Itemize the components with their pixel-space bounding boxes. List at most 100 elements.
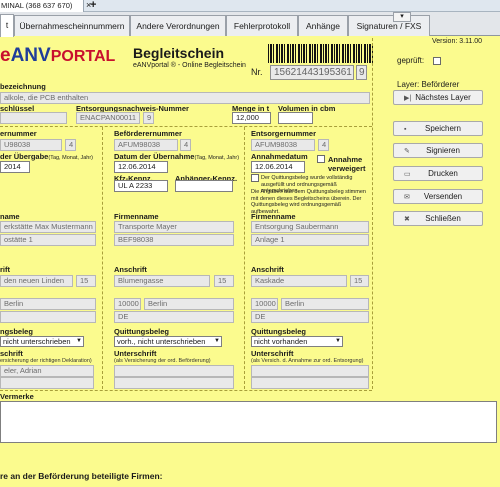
befoerderer-anschrift-label: Anschrift <box>114 265 147 274</box>
vermerke-textarea[interactable] <box>0 401 497 443</box>
entsorgernummer-label: Entsorgernummer <box>251 129 317 138</box>
entsorger-ort-field[interactable]: Berlin <box>281 298 369 310</box>
column-divider <box>102 127 103 389</box>
befoerderer-unterschrift-field[interactable] <box>114 365 234 377</box>
abfallbezeichnung-label: bezeichnung <box>0 82 46 91</box>
befoerderer-unterschrift-label: Unterschrift <box>114 349 157 358</box>
befoerderernummer-label: Beförderernummer <box>114 129 182 138</box>
abfallschluessel-field[interactable] <box>0 112 67 124</box>
befoerderer-ort-field[interactable]: Berlin <box>144 298 234 310</box>
annahmedatum-label: Annahmedatum <box>251 152 308 161</box>
befoerderer-unterschrift-2-field[interactable] <box>114 377 234 389</box>
entsorger-unterschrift-hint: (als Versich. d. Annahme zur ord. Entsor… <box>251 358 364 364</box>
befoerderer-strasse-field[interactable]: Blumengasse <box>114 275 210 287</box>
volumen-field[interactable] <box>278 112 313 124</box>
erzeuger-ort-field[interactable]: Berlin <box>0 298 96 310</box>
speichern-button[interactable]: ▪ Speichern <box>393 121 483 136</box>
entsorger-unterschrift-2-field[interactable] <box>251 377 369 389</box>
erzeugernummer-check-digit: 4 <box>65 139 76 151</box>
chevron-down-icon: ▼ <box>335 338 341 344</box>
uebergabe-datum-field[interactable]: 2014 <box>0 161 30 173</box>
entsorger-anschrift-label: Anschrift <box>251 265 284 274</box>
versenden-button[interactable]: ✉ Versenden <box>393 189 483 204</box>
erzeugernummer-label: ernummer <box>0 129 37 138</box>
annahmedatum-field[interactable]: 12.06.2014 <box>251 161 305 173</box>
befoerderer-firmenname-2-field[interactable]: BEF98038 <box>114 234 234 246</box>
annahme-verweigert-checkbox[interactable] <box>317 155 325 163</box>
tab-fehlerprotokoll[interactable]: Fehlerprotokoll <box>226 15 298 36</box>
geprueft-label: geprüft: <box>397 56 425 65</box>
column-divider <box>244 127 245 389</box>
erzeuger-unterschrift-label: schrift <box>0 349 23 358</box>
entsorger-land-field[interactable]: DE <box>251 311 369 323</box>
erzeuger-unterschrift-field[interactable]: eler, Adrian <box>0 365 94 377</box>
erzeuger-firmenname-field[interactable]: erkstätte Max Mustermann <box>0 221 96 233</box>
erzeuger-hausnr-field[interactable]: 15 <box>76 275 96 287</box>
abfallbezeichnung-field[interactable]: alkole, die PCB enthalten <box>0 92 370 104</box>
erzeuger-firmenname-2-field[interactable]: ostätte 1 <box>0 234 96 246</box>
befoerderer-unterschrift-hint: (als Versicherung der ord. Beförderung) <box>114 358 211 364</box>
befoerderer-quittung-select[interactable]: vorh., nicht unterschrieben ▼ <box>114 336 222 347</box>
befoerderer-quittung-label: Quittungsbeleg <box>114 327 169 336</box>
schliessen-button[interactable]: ✖ Schließen <box>393 211 483 226</box>
entsorger-hausnr-field[interactable]: 15 <box>350 275 369 287</box>
weitere-firmen-label: re an der Beförderung beteiligte Firmen: <box>0 471 163 481</box>
menge-field[interactable]: 12,000 <box>232 112 271 124</box>
erzeuger-unterschrift-2-field[interactable] <box>0 377 94 389</box>
erzeuger-unterschrift-hint: ersicherung der richtigen Deklaration) <box>0 358 92 364</box>
befoerderer-land-field[interactable]: DE <box>114 311 234 323</box>
entsorger-unterschrift-label: Unterschrift <box>251 349 294 358</box>
tab-anhaenge[interactable]: Anhänge <box>298 15 348 36</box>
erzeuger-firmenname-label: name <box>0 212 20 221</box>
tab-signaturen-fxs[interactable]: Signaturen / FXS <box>348 15 430 36</box>
erzeuger-quittung-select[interactable]: nicht unterschrieben ▼ <box>0 336 84 347</box>
anhaenger-field[interactable] <box>175 180 233 192</box>
uebernahme-datum-label: Datum der Übernahme(Tag, Monat, Jahr) <box>114 152 240 161</box>
layer-label: Layer: Beförderer <box>397 80 460 89</box>
erzeugernummer-field[interactable]: U98038 <box>0 139 62 151</box>
entsorger-strasse-field[interactable]: Kaskade <box>251 275 347 287</box>
erzeuger-strasse-field[interactable]: den neuen Linden <box>0 275 73 287</box>
chevron-down-icon: ▾ <box>400 13 404 20</box>
section-divider <box>0 126 372 127</box>
entsorgernummer-field[interactable]: AFUM98038 <box>251 139 315 151</box>
signieren-button[interactable]: ✎ Signieren <box>393 143 483 158</box>
uebergabe-datum-label: der Übergabe(Tag, Monat, Jahr) <box>0 152 93 161</box>
section-divider <box>0 390 372 391</box>
entsorger-quittung-select[interactable]: nicht vorhanden ▼ <box>251 336 343 347</box>
erzeuger-land-field[interactable] <box>0 311 96 323</box>
befoerderer-firmenname-field[interactable]: Transporte Mayer <box>114 221 234 233</box>
window-tab-title[interactable]: MINAL (368 637 670) <box>0 0 84 12</box>
entsorger-firmenname-2-field[interactable]: Anlage 1 <box>251 234 369 246</box>
collapse-tabs-button[interactable]: ▾ <box>393 12 411 22</box>
entsorgungsnachweis-field[interactable]: ENACPAN00011 <box>76 112 140 124</box>
drucken-button[interactable]: ▭ Drucken <box>393 166 483 181</box>
new-tab-icon[interactable]: + <box>90 0 96 11</box>
tab-andere-verordnungen[interactable]: Andere Verordnungen <box>130 15 226 36</box>
naechstes-layer-button[interactable]: ▶| Nächstes Layer <box>393 90 483 105</box>
eanv-logo: eANVPORTAL <box>0 45 116 66</box>
chevron-down-icon: ▼ <box>76 338 82 344</box>
befoerderer-hausnr-field[interactable]: 15 <box>214 275 234 287</box>
version-label: Version: 3.11.00 <box>432 38 483 45</box>
vermerke-label: Vermerke <box>0 392 34 401</box>
tab-begleitschein[interactable]: t <box>0 14 14 37</box>
tab-uebernahmescheinnummern[interactable]: Übernahmescheinnummern <box>14 15 130 36</box>
befoerderer-plz-field[interactable]: 10000 <box>114 298 141 310</box>
geprueft-checkbox[interactable] <box>433 57 441 65</box>
entsorger-plz-field[interactable]: 10000 <box>251 298 278 310</box>
barcode <box>268 44 373 63</box>
uebernahme-datum-field[interactable]: 12.06.2014 <box>114 161 168 173</box>
entsorger-firmenname-label: Firmenname <box>251 212 296 221</box>
entsorger-unterschrift-field[interactable] <box>251 365 369 377</box>
annahme-verweigert-label-1: Annahme <box>328 155 363 164</box>
page-subtitle: eANVportal ® - Online Begleitschein <box>133 62 246 69</box>
nr-check-digit: 9 <box>356 65 367 80</box>
befoerderernummer-check-digit: 4 <box>180 139 191 151</box>
entsorger-firmenname-field[interactable]: Entsorgung Saubermann <box>251 221 369 233</box>
kfz-field[interactable]: UL A 2233 <box>114 180 168 192</box>
befoerderernummer-field[interactable]: AFUM98038 <box>114 139 178 151</box>
erzeuger-anschrift-label: rift <box>0 265 10 274</box>
quittungsbeleg-checkbox[interactable] <box>251 174 259 182</box>
nr-value: 15621443195361 <box>270 65 354 80</box>
